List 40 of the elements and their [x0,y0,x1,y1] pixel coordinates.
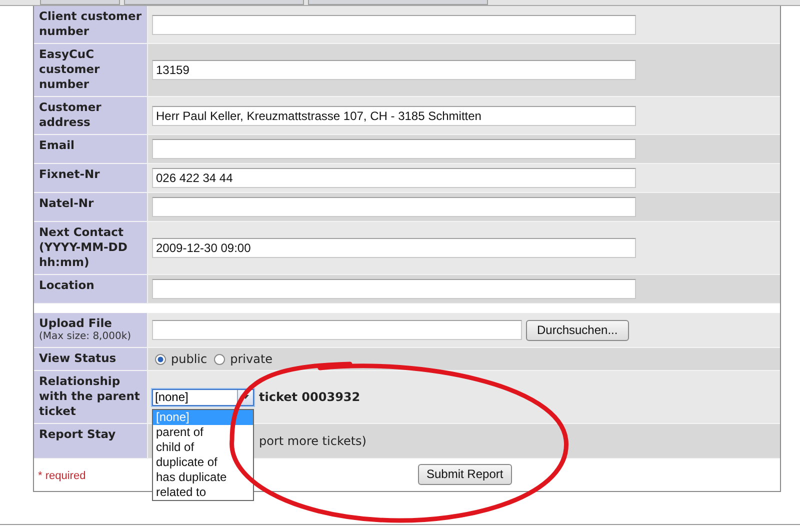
radio-label[interactable]: public [171,352,208,366]
size-hint: (Max size: 8,000k) [39,331,132,343]
dropdown-option[interactable]: parent of [153,424,253,440]
field-label: View Status [39,351,118,366]
text-field[interactable] [152,279,636,299]
relationship-dropdown[interactable]: [none] [152,388,254,406]
field-label: Next Contact (YYYY-MM-DD hh:mm) [39,225,128,270]
text-field[interactable] [152,139,636,159]
checkbox-hint: port more tickets) [259,434,366,448]
dropdown-option[interactable]: related to [153,484,253,500]
text-field[interactable]: Herr Paul Keller, Kreuzmattstrasse 107, CH - 3185 Schmitten [152,106,636,126]
field-label: Upload File [39,316,113,331]
field-label: Relationship with the parent ticket [39,374,141,419]
ticket-number: ticket 0003932 [259,390,360,404]
required-note: * required [38,470,86,482]
field-label: Natel-Nr [39,196,95,211]
field-label: EasyCuC customer number [39,47,101,92]
dropdown-option[interactable]: duplicate of [153,454,253,470]
radio-button[interactable] [214,354,226,364]
radio-button[interactable] [155,354,166,364]
radio-label[interactable]: private [230,352,273,366]
browser-tab[interactable] [308,0,488,5]
browser-tab[interactable] [40,0,120,5]
field-label: Customer address [39,100,102,130]
browser-tab[interactable] [124,0,304,5]
field-label: Location [39,278,96,293]
text-field[interactable] [152,14,636,34]
text-field[interactable]: 2009-12-30 09:00 [152,238,636,258]
browse-button[interactable]: Durchsuchen... [526,320,629,340]
field-label: Email [39,138,76,153]
field-label: Fixnet-Nr [39,167,101,182]
field-label: Report Stay [39,427,117,442]
text-field[interactable] [152,197,636,217]
text-field[interactable]: 13159 [152,60,636,80]
file-path-field[interactable] [152,320,522,340]
field-label: Client customer number [39,9,142,39]
text-field[interactable]: 026 422 34 44 [152,168,636,188]
dropdown-option[interactable]: has duplicate [153,470,253,484]
submit-button[interactable]: Submit Report [418,464,512,484]
dropdown-option[interactable]: child of [153,440,253,454]
